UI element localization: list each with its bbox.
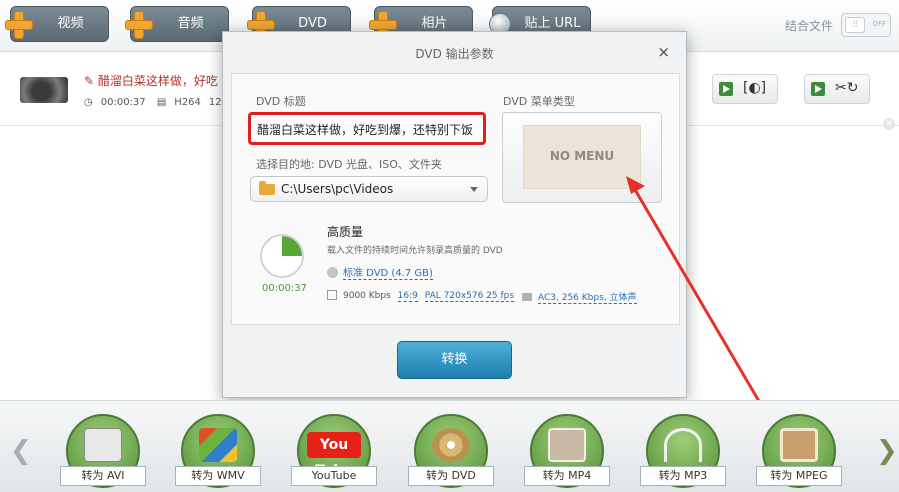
chevron-down-icon (470, 187, 478, 192)
disc-icon (327, 267, 338, 278)
menu-value: NO MENU (549, 149, 615, 163)
settings-panel: DVD 标题 醋溜白菜这样做，好吃到爆，还特别下饭 选择目的地: DVD 光盘、… (231, 73, 680, 325)
dvd-title-label: DVD 标题 (256, 95, 306, 108)
video-bitrate: 9000 Kbps (343, 291, 391, 301)
audio-settings-link[interactable]: AC3, 256 Kbps, 立体声 (522, 290, 637, 304)
scroll-left-icon[interactable]: ❮ (10, 436, 32, 466)
youtube-icon: You Tube (307, 432, 361, 479)
dialog-title: DVD 输出参数 (415, 47, 494, 61)
format-label: 转为 MP3 (640, 466, 726, 486)
menu-type-label: DVD 菜单类型 (503, 95, 575, 108)
format-youtube[interactable]: You Tube YouTube (289, 414, 379, 492)
dvd-output-dialog: DVD 输出参数 × DVD 标题 醋溜白菜这样做，好吃到爆，还特别下饭 选择目… (222, 31, 687, 398)
disc-type-link[interactable]: 标准 DVD (4.7 GB) (327, 264, 433, 280)
file-name-text: 醋溜白菜这样做，好吃 (97, 74, 218, 88)
remove-file-icon[interactable]: ✕ (883, 118, 895, 130)
play-icon (811, 82, 825, 96)
scroll-right-icon[interactable]: ❯ (876, 436, 898, 466)
join-files-label: 结合文件 (784, 19, 833, 33)
video-format-link[interactable]: PAL 720x576 25 fps (424, 291, 515, 302)
scissors-icon: ✂↻ (835, 80, 859, 96)
format-mpeg[interactable]: 转为 MPEG (754, 414, 844, 492)
add-audio-button[interactable]: 音频 (125, 6, 229, 42)
film-icon (327, 290, 337, 300)
toggle-grip-icon: ⠿ (845, 17, 865, 33)
audio-format: AC3, 256 Kbps, 立体声 (538, 293, 637, 304)
format-mp4[interactable]: 转为 MP4 (522, 414, 612, 492)
format-wmv[interactable]: 转为 WMV (173, 414, 263, 492)
format-label: 转为 MPEG (756, 466, 842, 486)
file-name[interactable]: ✎ 醋溜白菜这样做，好吃 (84, 72, 218, 89)
format-label: 转为 DVD (408, 466, 494, 486)
join-files-toggle[interactable]: ⠿ OFF (841, 13, 891, 37)
quality-title: 高质量 (327, 225, 364, 239)
format-bar: ❮ 转为 AVI 转为 WMV You Tube YouTube 转为 DVD … (0, 400, 899, 492)
dvd-title-field[interactable]: 醋溜白菜这样做，好吃到爆，还特别下饭 (248, 112, 486, 145)
watermark-icon: [◐] (743, 80, 767, 96)
file-duration: 00:00:37 (100, 97, 146, 108)
destination-label: 选择目的地: DVD 光盘、ISO、文件夹 (256, 158, 442, 171)
speaker-icon (522, 293, 532, 301)
edit-button[interactable]: ✂↻ (804, 74, 870, 104)
disc-icon (432, 428, 470, 462)
windows-media-icon (199, 428, 237, 462)
format-label: 转为 MP4 (524, 466, 610, 486)
toggle-state: OFF (872, 20, 886, 28)
disc-type-text: 标准 DVD (4.7 GB) (343, 268, 433, 280)
destination-value: C:\Users\pc\Videos (281, 182, 394, 196)
convert-button[interactable]: 转换 (397, 341, 512, 379)
total-duration: 00:00:37 (262, 283, 307, 294)
file-codec: H264 (174, 97, 201, 108)
close-icon[interactable]: × (657, 43, 670, 61)
format-dvd[interactable]: 转为 DVD (406, 414, 496, 492)
film-icon: ▤ (156, 97, 167, 108)
tv-icon (780, 428, 818, 462)
clock-icon: ◷ (84, 97, 93, 108)
format-avi[interactable]: 转为 AVI (58, 414, 148, 492)
duration-pie-icon (260, 234, 304, 278)
menu-preview: NO MENU (523, 125, 641, 189)
add-audio-label: 音频 (177, 16, 204, 31)
video-thumbnail (20, 77, 68, 103)
destination-select[interactable]: C:\Users\pc\Videos (250, 176, 488, 202)
headphones-icon (664, 428, 702, 462)
menu-type-selector[interactable]: NO MENU (502, 112, 662, 203)
folder-icon (259, 181, 275, 195)
quality-description: 载入文件的持续时间允许刻录高质量的 DVD (327, 246, 503, 256)
watermark-button[interactable]: [◐] (712, 74, 778, 104)
aspect-ratio-link[interactable]: 16:9 (397, 291, 418, 302)
format-mp3[interactable]: 转为 MP3 (638, 414, 728, 492)
video-settings: 9000 Kbps 16:9 PAL 720x576 25 fps (327, 290, 515, 302)
format-label: YouTube (291, 466, 377, 486)
clapperboard-icon (84, 428, 122, 462)
format-label: 转为 WMV (175, 466, 261, 486)
file-info: ◷00:00:37 ▤H2641280 (84, 97, 242, 108)
add-video-button[interactable]: 视频 (5, 6, 109, 42)
format-label: 转为 AVI (60, 466, 146, 486)
add-video-label: 视频 (57, 16, 84, 31)
pencil-icon: ✎ (84, 74, 98, 88)
phone-video-icon (548, 428, 586, 462)
play-icon (719, 82, 733, 96)
